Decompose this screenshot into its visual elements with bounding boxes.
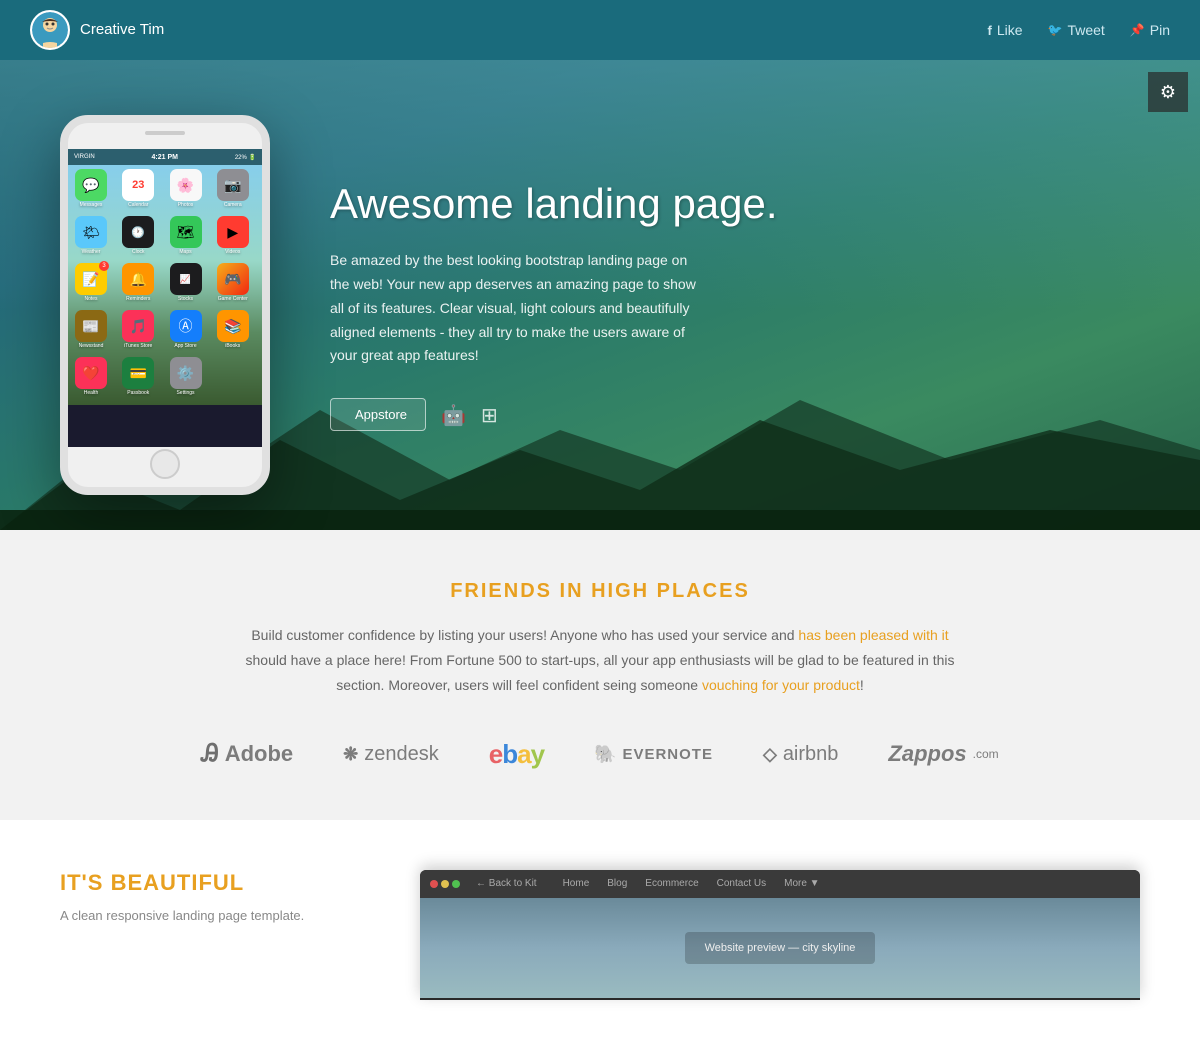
browser-content: Website preview — city skyline [420,898,1140,998]
hero-subtitle: Be amazed by the best looking bootstrap … [330,249,710,368]
friends-section: FRIENDS IN HIGH PLACES Build customer co… [0,530,1200,820]
facebook-like-button[interactable]: f Like [987,22,1022,38]
pinterest-icon: 📌 [1130,23,1145,37]
phone-app-clock: 🕐 Clock [119,216,157,260]
brand-ebay: ebay [489,739,544,770]
beautiful-title-accent: FUL [198,870,244,895]
android-button[interactable]: 🤖 [441,402,466,428]
logo-avatar [30,10,70,50]
appstore-button[interactable]: Appstore [330,398,426,431]
pinterest-pin-button[interactable]: 📌 Pin [1130,22,1170,38]
adobe-icon: Ꭿ [201,740,218,768]
phone-app-stocks: 📈 Stocks [167,263,205,307]
facebook-like-label: Like [997,22,1023,38]
browser-nav-more[interactable]: More ▼ [784,878,819,889]
phone-carrier: VIRGIN [74,154,95,160]
twitter-icon: 🐦 [1048,23,1063,37]
settings-gear-button[interactable]: ⚙ [1148,72,1188,112]
ebay-label: ebay [489,739,544,770]
appstore-label: Appstore [355,407,407,422]
phone-mockup: VIRGIN 4:21 PM 22% 🔋 💬 Messages 23 Calen… [60,115,290,495]
logo[interactable]: Creative Tim [30,10,164,50]
friends-text-link-2[interactable]: vouching for your product [702,677,860,693]
phone-app-weather: 🌤 Weather [72,216,110,260]
phone-app-camera: 📷 Camera [214,169,252,213]
phone-apps-grid: 💬 Messages 23 Calendar 🌸 Photos 📷 [68,165,262,405]
evernote-label: EVERNOTE [622,746,713,763]
brand-airbnb: ◇ airbnb [763,743,838,766]
browser-nav-home[interactable]: Home [563,878,590,889]
friends-section-title: FRIENDS IN HIGH PLACES [30,580,1170,603]
phone-battery: 22% 🔋 [235,154,256,161]
zappos-label: Zappos [888,741,966,767]
beautiful-subtitle: A clean responsive landing page template… [60,906,360,927]
beautiful-title: IT'S BEAUTIFUL [60,870,360,896]
adobe-label: Adobe [225,741,293,767]
browser-mockup: ← Back to Kit Home Blog Ecommerce Contac… [420,870,1140,1000]
brand-adobe: Ꭿ Adobe [201,740,293,768]
twitter-tweet-button[interactable]: 🐦 Tweet [1048,22,1105,38]
phone-app-itunes: 🎵 iTunes Store [119,310,157,354]
pinterest-pin-label: Pin [1150,22,1170,38]
phone-app-maps: 🗺 Maps [167,216,205,260]
phone-time: 4:21 PM [152,154,178,161]
zappos-suffix: .com [973,747,999,761]
evernote-icon: 🐘 [594,744,616,765]
phone-app-notes: 📝 3 Notes [72,263,110,307]
hero-section: ⚙ VIRGIN 4:21 PM 22% 🔋 💬 Messages [0,60,1200,530]
beautiful-title-normal: IT'S BEAUTI [60,870,198,895]
browser-nav-ecommerce[interactable]: Ecommerce [645,878,698,889]
phone-app-messages: 💬 Messages [72,169,110,213]
android-icon: 🤖 [441,405,466,427]
browser-topbar: ← Back to Kit Home Blog Ecommerce Contac… [420,870,1140,898]
hero-cta-buttons: Appstore 🤖 ⊞ [330,398,1140,431]
phone-app-photos: 🌸 Photos [167,169,205,213]
logo-text: Creative Tim [80,21,164,39]
beautiful-text-area: IT'S BEAUTIFUL A clean responsive landin… [60,870,360,927]
browser-nav-blog[interactable]: Blog [607,878,627,889]
airbnb-icon: ◇ [763,744,777,765]
friends-section-text: Build customer confidence by listing you… [240,623,960,699]
airbnb-label: airbnb [783,743,839,766]
zendesk-icon: ❋ [343,744,358,765]
brand-zendesk: ❋ zendesk [343,743,439,766]
phone-app-appstore: Ⓐ App Store [167,310,205,354]
phone-app-reminders: 🔔 Reminders [119,263,157,307]
hero-text-area: Awesome landing page. Be amazed by the b… [330,159,1140,431]
windows-button[interactable]: ⊞ [481,402,498,428]
phone-speaker [145,131,185,135]
hero-title: Awesome landing page. [330,179,1140,229]
phone-app-health: ❤️ Health [72,357,110,401]
facebook-icon: f [987,23,991,38]
browser-maximize-dot[interactable] [452,880,460,888]
brands-row: Ꭿ Adobe ❋ zendesk ebay 🐘 EVERNOTE ◇ airb… [30,739,1170,770]
browser-nav-contact[interactable]: Contact Us [717,878,766,889]
phone-home-button[interactable] [150,449,180,479]
brand-zappos: Zappos .com [888,741,998,767]
zendesk-label: zendesk [364,743,439,766]
phone-app-calendar: 23 Calendar [119,169,157,213]
twitter-tweet-label: Tweet [1067,22,1104,38]
phone-screen: VIRGIN 4:21 PM 22% 🔋 💬 Messages 23 Calen… [68,149,262,447]
phone-app-ibooks: 📚 iBooks [214,310,252,354]
browser-close-dot[interactable] [430,880,438,888]
friends-text-link-1[interactable]: has been pleased with it [798,627,948,643]
header: Creative Tim f Like 🐦 Tweet 📌 Pin [0,0,1200,60]
browser-minimize-dot[interactable] [441,880,449,888]
phone-app-gamecenter: 🎮 Game Center [214,263,252,307]
browser-nav-dots [430,880,460,888]
phone-app-newsstand: 📰 Newsstand [72,310,110,354]
social-links: f Like 🐦 Tweet 📌 Pin [987,22,1170,38]
phone-app-passbook: 💳 Passbook [119,357,157,401]
gear-icon: ⚙ [1160,82,1176,103]
browser-back-button[interactable]: ← Back to Kit [476,878,537,889]
phone-app-videos: ▶ Videos [214,216,252,260]
windows-icon: ⊞ [481,405,498,427]
beautiful-section: IT'S BEAUTIFUL A clean responsive landin… [0,820,1200,1050]
phone-app-settings: ⚙️ Settings [167,357,205,401]
brand-evernote: 🐘 EVERNOTE [594,744,713,765]
